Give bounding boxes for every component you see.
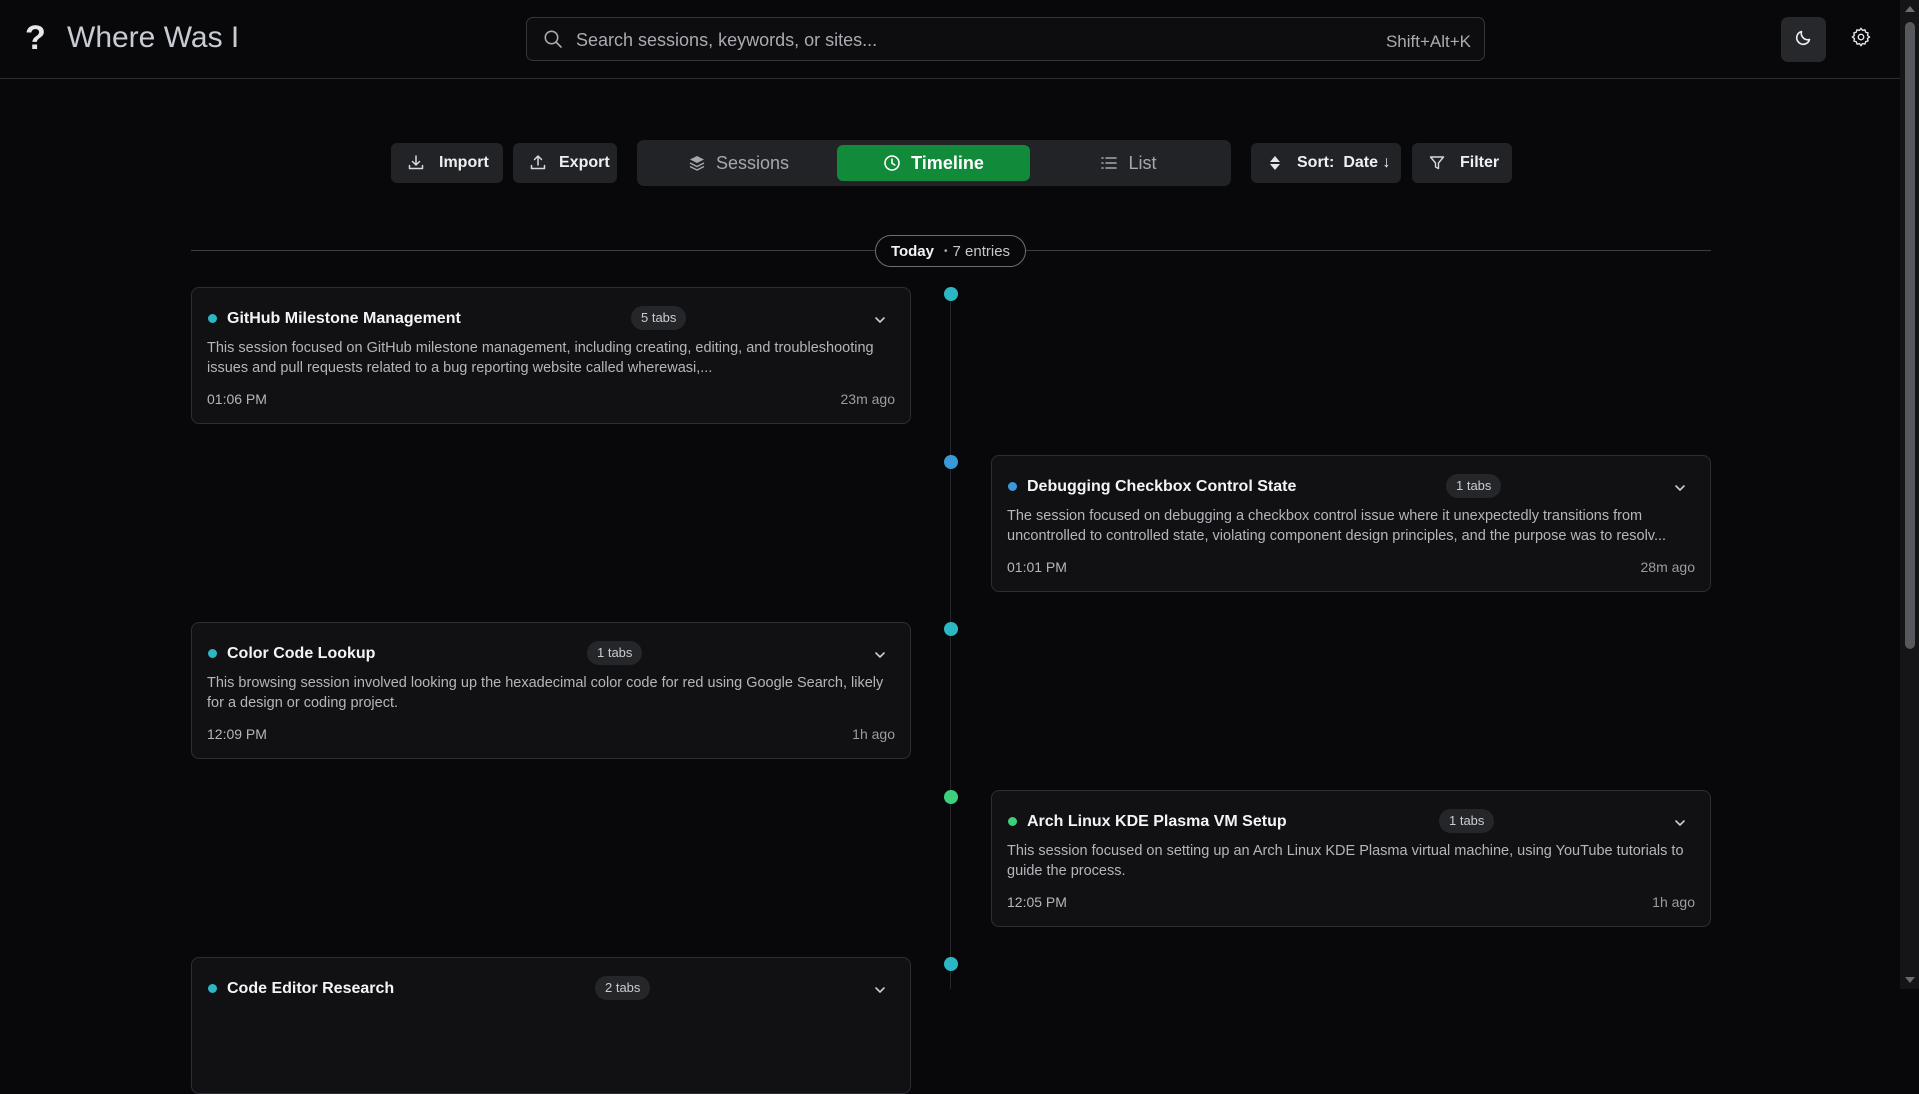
- chevron-down-icon[interactable]: [872, 982, 888, 1003]
- sort-label: Sort:: [1297, 154, 1335, 171]
- timeline-node: [944, 957, 958, 971]
- export-label: Export: [559, 154, 610, 171]
- tab-count-badge: 5 tabs: [631, 306, 687, 330]
- tab-timeline[interactable]: Timeline: [837, 145, 1030, 181]
- chevron-down-icon[interactable]: [1672, 815, 1688, 836]
- view-switcher: Sessions Timeline List: [637, 140, 1231, 186]
- search-icon: [543, 29, 563, 54]
- clock-icon: [884, 155, 900, 171]
- session-color-dot: [208, 649, 217, 658]
- session-title: Code Editor Research: [227, 980, 395, 997]
- timeline-node: [944, 455, 958, 469]
- session-time: 12:09 PM: [207, 726, 267, 742]
- entry-count: 7 entries: [952, 242, 1011, 260]
- session-relative-time: 1h ago: [1652, 894, 1695, 910]
- search-shortcut-hint: Shift+Alt+K: [1385, 32, 1471, 51]
- session-description: This browsing session involved looking u…: [207, 675, 884, 711]
- scroll-up-arrow-icon[interactable]: [1905, 6, 1915, 12]
- session-card[interactable]: Code Editor Research 2 tabs: [191, 957, 911, 1094]
- session-title: Debugging Checkbox Control State: [1027, 478, 1297, 495]
- session-relative-time: 28m ago: [1640, 559, 1695, 575]
- chevron-down-icon[interactable]: [1672, 480, 1688, 501]
- settings-button[interactable]: [1838, 17, 1883, 62]
- filter-button[interactable]: Filter: [1412, 143, 1512, 183]
- tab-count-badge: 1 tabs: [587, 641, 643, 665]
- timeline-axis: [950, 294, 951, 989]
- import-button[interactable]: Import: [391, 143, 503, 183]
- session-time: 01:01 PM: [1007, 559, 1067, 575]
- session-time: 12:05 PM: [1007, 894, 1067, 910]
- tab-count-badge: 2 tabs: [595, 976, 651, 1000]
- search-box[interactable]: Search sessions, keywords, or sites... S…: [526, 17, 1485, 61]
- session-card[interactable]: Color Code Lookup 1 tabs This browsing s…: [191, 622, 911, 759]
- export-button[interactable]: Export: [513, 143, 617, 183]
- question-mark-logo-icon: ?: [25, 19, 46, 57]
- tab-list[interactable]: List: [1032, 145, 1225, 181]
- sort-button[interactable]: Sort: Date ↓: [1251, 143, 1401, 183]
- search-input[interactable]: Search sessions, keywords, or sites...: [576, 30, 877, 51]
- tab-sessions-label: Sessions: [715, 152, 790, 173]
- tab-timeline-label: Timeline: [911, 152, 984, 173]
- filter-label: Filter: [1460, 154, 1500, 171]
- day-separator: •: [944, 245, 948, 257]
- session-color-dot: [208, 314, 217, 323]
- session-time: 01:06 PM: [207, 391, 267, 407]
- session-card[interactable]: Arch Linux KDE Plasma VM Setup 1 tabs Th…: [991, 790, 1711, 927]
- moon-icon: [1794, 27, 1814, 52]
- session-description: This session focused on setting up an Ar…: [1007, 843, 1684, 879]
- session-relative-time: 23m ago: [840, 391, 895, 407]
- upload-icon: [530, 155, 546, 170]
- day-header: Today • 7 entries: [875, 235, 1026, 267]
- scrollbar-thumb[interactable]: [1905, 22, 1915, 649]
- tab-sessions[interactable]: Sessions: [642, 145, 835, 181]
- session-title: Color Code Lookup: [227, 645, 376, 662]
- session-color-dot: [1008, 482, 1017, 491]
- app-header: ? Where Was I Search sessions, keywords,…: [0, 0, 1900, 79]
- list-icon: [1101, 157, 1118, 169]
- scroll-down-arrow-icon[interactable]: [1905, 977, 1915, 983]
- import-label: Import: [439, 154, 489, 171]
- timeline-node: [944, 622, 958, 636]
- filter-icon: [1429, 156, 1445, 170]
- sort-icon: [1270, 156, 1280, 170]
- theme-toggle-button[interactable]: [1781, 17, 1826, 62]
- gear-icon: [1850, 26, 1872, 53]
- tab-list-label: List: [1128, 152, 1157, 173]
- session-card[interactable]: GitHub Milestone Management 5 tabs This …: [191, 287, 911, 424]
- download-icon: [408, 155, 424, 170]
- timeline-node: [944, 287, 958, 301]
- session-color-dot: [1008, 817, 1017, 826]
- session-title: GitHub Milestone Management: [227, 310, 461, 327]
- session-card[interactable]: Debugging Checkbox Control State 1 tabs …: [991, 455, 1711, 592]
- session-description: This session focused on GitHub milestone…: [207, 340, 874, 376]
- tab-count-badge: 1 tabs: [1439, 809, 1495, 833]
- session-description: The session focused on debugging a check…: [1007, 508, 1667, 544]
- session-relative-time: 1h ago: [852, 726, 895, 742]
- sort-value: Date ↓: [1343, 154, 1391, 171]
- brand[interactable]: ? Where Was I: [25, 18, 239, 58]
- day-label: Today: [890, 242, 934, 260]
- chevron-down-icon[interactable]: [872, 312, 888, 333]
- tab-count-badge: 1 tabs: [1446, 474, 1502, 498]
- chevron-down-icon[interactable]: [872, 647, 888, 668]
- session-title: Arch Linux KDE Plasma VM Setup: [1027, 813, 1287, 830]
- app-title: Where Was I: [67, 21, 240, 54]
- layers-icon: [689, 156, 705, 171]
- timeline-node: [944, 790, 958, 804]
